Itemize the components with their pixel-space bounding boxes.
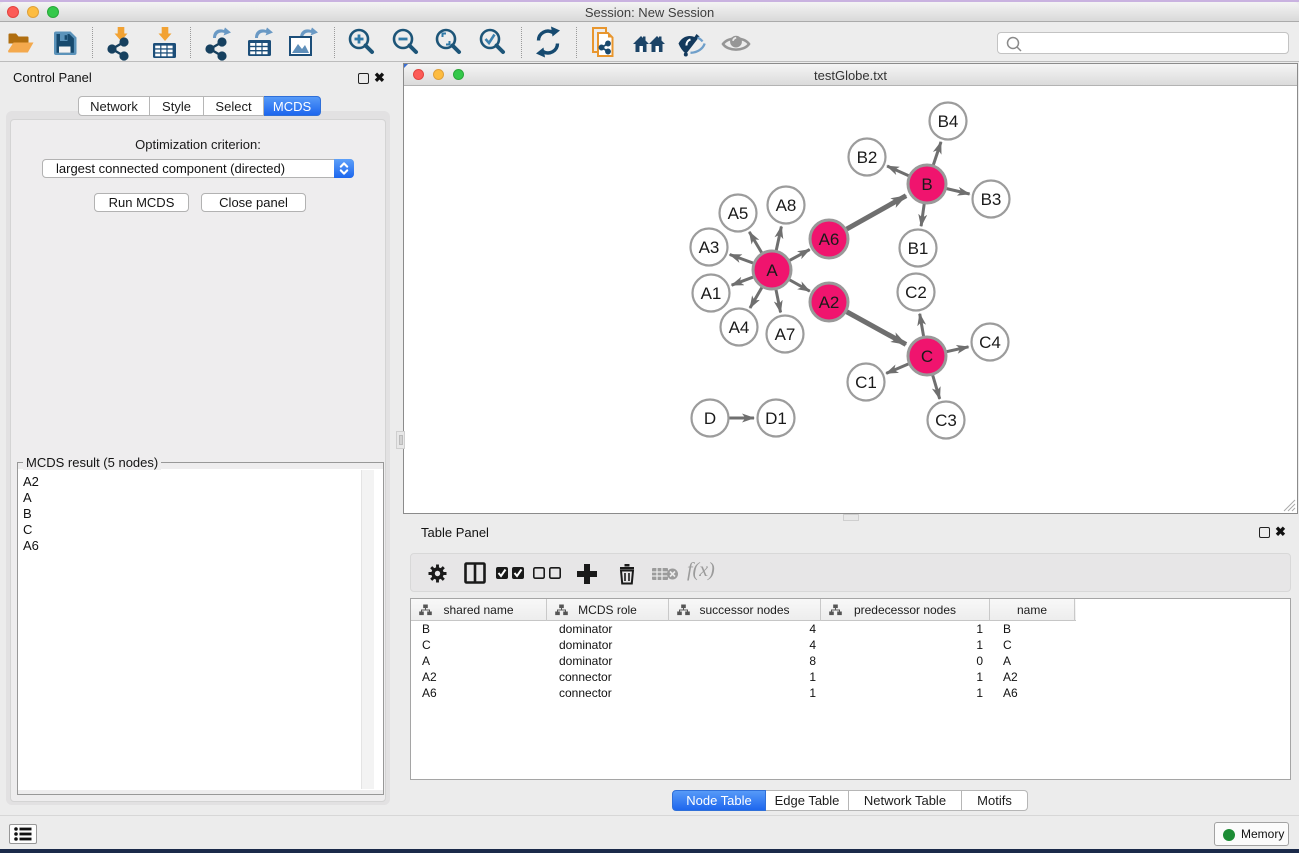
svg-text:B3: B3 bbox=[981, 190, 1002, 209]
svg-text:B4: B4 bbox=[938, 112, 959, 131]
svg-text:A6: A6 bbox=[819, 230, 840, 249]
svg-text:B2: B2 bbox=[857, 148, 878, 167]
svg-text:C: C bbox=[921, 347, 933, 366]
svg-text:A1: A1 bbox=[701, 284, 722, 303]
svg-text:C1: C1 bbox=[855, 373, 877, 392]
svg-text:A5: A5 bbox=[728, 204, 749, 223]
svg-text:D: D bbox=[704, 409, 716, 428]
svg-text:B1: B1 bbox=[908, 239, 929, 258]
svg-text:A7: A7 bbox=[775, 325, 796, 344]
svg-text:A4: A4 bbox=[729, 318, 750, 337]
svg-text:A8: A8 bbox=[776, 196, 797, 215]
svg-text:C3: C3 bbox=[935, 411, 957, 430]
svg-text:D1: D1 bbox=[765, 409, 787, 428]
svg-text:C2: C2 bbox=[905, 283, 927, 302]
svg-text:A3: A3 bbox=[699, 238, 720, 257]
svg-text:A: A bbox=[766, 261, 778, 280]
svg-text:A2: A2 bbox=[819, 293, 840, 312]
svg-text:C4: C4 bbox=[979, 333, 1001, 352]
svg-text:B: B bbox=[921, 175, 932, 194]
